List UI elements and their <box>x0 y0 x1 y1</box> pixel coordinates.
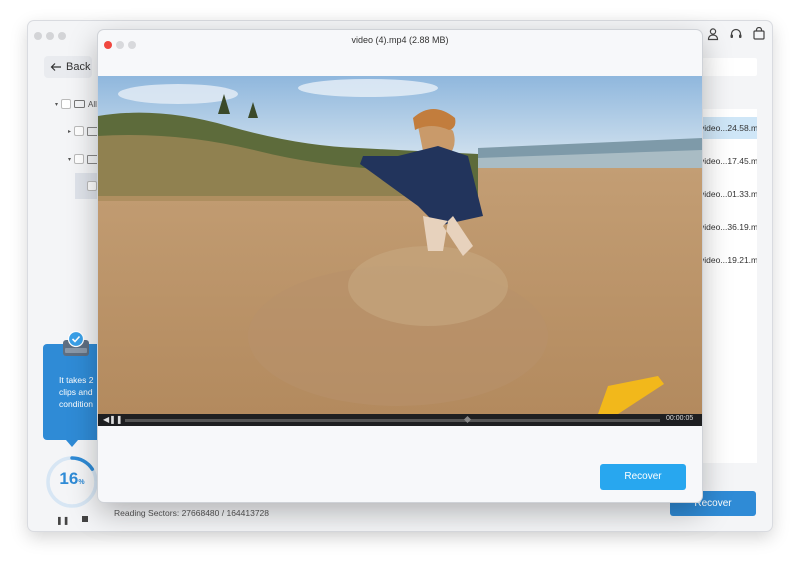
zoom-preview-button[interactable] <box>128 41 136 49</box>
pause-icon[interactable]: ❚❚ <box>56 516 69 525</box>
hard-drive-check-icon <box>63 330 89 356</box>
chevron-down-icon: ▾ <box>55 101 59 108</box>
tree-row-folder-1[interactable]: ▸ <box>68 125 100 137</box>
tree-checkbox[interactable] <box>87 181 97 191</box>
window-controls <box>34 27 70 45</box>
zoom-window-button[interactable] <box>58 32 66 40</box>
drive-icon <box>74 100 86 108</box>
user-icon[interactable] <box>706 27 720 41</box>
progress-value: 16 <box>59 469 79 488</box>
headset-icon[interactable] <box>729 27 743 41</box>
preview-title: video (4).mp4 (2.88 MB) <box>351 35 449 45</box>
close-window-button[interactable] <box>34 32 42 40</box>
tip-text: It takes 2 clips and condition <box>59 375 94 409</box>
progress-percent: 16% <box>44 469 100 489</box>
tree-checkbox[interactable] <box>61 99 72 109</box>
video-scrubber[interactable] <box>125 419 660 422</box>
progress-unit: % <box>78 479 85 486</box>
file-list-item[interactable]: video...19.21.m <box>700 249 757 271</box>
file-list-item[interactable]: video...17.45.m <box>700 150 757 172</box>
file-list-item[interactable]: video...36.19.m <box>700 216 757 238</box>
preview-window: video (4).mp4 (2.88 MB) ◀❚❚ 00:00:05 Rec… <box>98 30 702 502</box>
preview-recover-button[interactable]: Recover <box>600 464 686 490</box>
back-label: Back <box>66 61 91 73</box>
chevron-down-icon: ▾ <box>68 156 72 163</box>
file-list-item[interactable]: video...24.58.m <box>700 117 757 139</box>
back-button[interactable]: Back <box>44 56 92 78</box>
tip-box: It takes 2 clips and condition <box>43 344 101 440</box>
video-frame[interactable] <box>98 76 702 414</box>
arrow-left-icon <box>50 63 61 71</box>
minimize-window-button[interactable] <box>46 32 54 40</box>
video-timecode: 00:00:05 <box>666 415 694 422</box>
tree-row-folder-2[interactable]: ▾ <box>68 153 100 165</box>
close-preview-button[interactable] <box>104 41 112 49</box>
cart-icon[interactable] <box>752 27 766 41</box>
tree-checkbox[interactable] <box>74 126 85 136</box>
file-list-item[interactable]: video...01.33.m <box>700 183 757 205</box>
reading-sectors-status: Reading Sectors: 27668480 / 164413728 <box>114 508 270 518</box>
search-input[interactable] <box>700 58 757 76</box>
tree-checkbox[interactable] <box>74 154 85 164</box>
chevron-right-icon: ▸ <box>68 128 72 135</box>
play-pause-icon[interactable]: ◀❚❚ <box>103 415 123 424</box>
stop-icon[interactable] <box>82 516 88 522</box>
tree-label-all: All <box>88 99 97 109</box>
preview-window-controls <box>104 36 140 54</box>
minimize-preview-button[interactable] <box>116 41 124 49</box>
tree-row-all[interactable]: ▾ All <box>55 98 97 110</box>
tip-pointer <box>66 440 78 447</box>
